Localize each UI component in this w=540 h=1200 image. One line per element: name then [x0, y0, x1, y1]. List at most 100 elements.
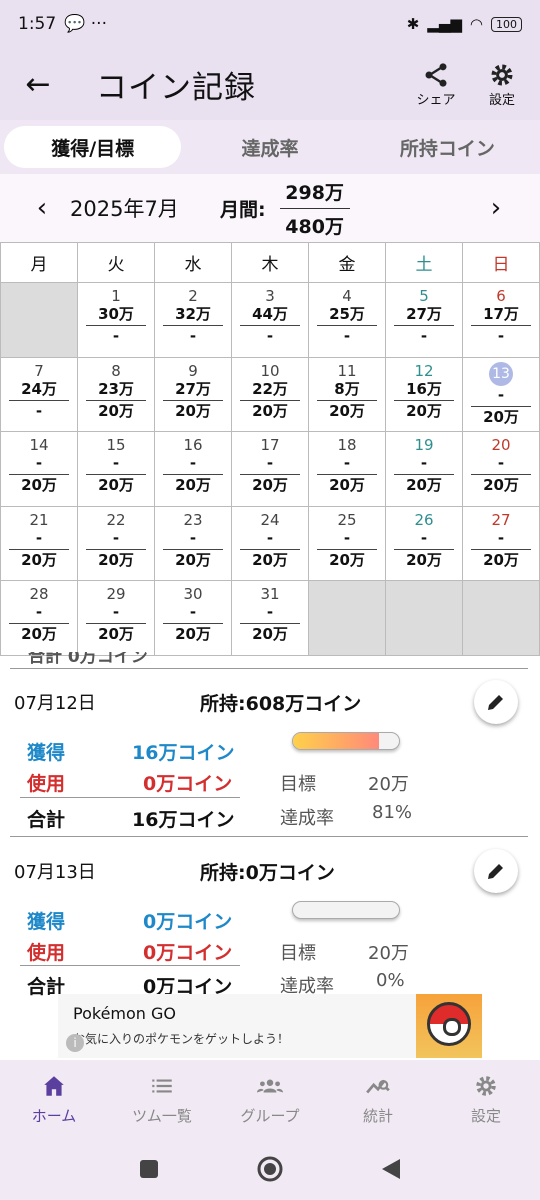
calendar-day-cell[interactable]: 24- 20万 — [231, 505, 309, 581]
back-triangle-icon[interactable] — [380, 1157, 402, 1181]
calendar-day-cell[interactable]: 22- 20万 — [77, 505, 155, 581]
calendar-day-cell[interactable]: 17- 20万 — [231, 431, 309, 507]
day-goal: 20万 — [252, 550, 288, 569]
next-month-chevron-icon[interactable]: › — [476, 193, 516, 223]
share-icon — [425, 62, 447, 87]
tab-held-coins[interactable]: 所持コイン — [359, 126, 536, 168]
day-earned: 24万 — [21, 379, 57, 398]
day-goal: 20万 — [483, 476, 519, 494]
cutoff-total-row: 合計 0万コイン — [28, 652, 148, 667]
battery-icon: 100 — [491, 16, 522, 32]
earned-value: 16万コイン — [132, 742, 235, 764]
calendar-day-cell[interactable]: 20- 20万 — [462, 431, 540, 507]
day-number: 1 — [111, 287, 121, 305]
wifi-icon: ◠ — [469, 15, 483, 33]
day-earned: - — [189, 528, 197, 547]
calendar-day-cell[interactable]: 21- 20万 — [0, 505, 78, 581]
calendar-day-cell[interactable]: 3 44万 - — [231, 282, 309, 358]
day-number: 9 — [188, 361, 198, 380]
calendar-day-cell[interactable]: 7 24万 - — [0, 356, 78, 432]
nav-home[interactable]: ホーム — [0, 1060, 108, 1138]
calendar-day-cell[interactable]: 28- 20万 — [0, 580, 78, 656]
day-goal: 20万 — [98, 476, 134, 494]
nav-settings[interactable]: 設定 — [432, 1060, 540, 1138]
calendar-day-cell[interactable]: 11 8万 20万 — [308, 356, 386, 432]
back-arrow-icon[interactable]: ← — [10, 67, 66, 102]
calendar-day-cell[interactable]: 23- 20万 — [154, 505, 232, 581]
calendar-day-cell[interactable]: 2 32万 - — [154, 282, 232, 358]
day-goal: 20万 — [21, 550, 57, 569]
day-earned: - — [112, 454, 120, 472]
calendar-day-cell[interactable]: 16- 20万 — [154, 431, 232, 507]
tab-achievement-rate[interactable]: 達成率 — [181, 126, 358, 168]
calendar-day-cell[interactable]: 1 30万 - — [77, 282, 155, 358]
day-number: 28 — [29, 585, 49, 603]
calendar-day-cell[interactable]: 30- 20万 — [154, 580, 232, 656]
settings-button[interactable]: 設定 — [472, 61, 532, 108]
calendar-day-cell[interactable]: 12 16万 20万 — [385, 356, 463, 432]
calendar-day-cell[interactable]: 27- 20万 — [462, 505, 540, 581]
signal-icon: ▂▄▆ — [427, 15, 462, 33]
today-marker: 13 — [489, 361, 513, 386]
day-earned: - — [266, 454, 274, 472]
day-number: 15 — [106, 436, 126, 454]
day-earned: 16万 — [406, 379, 442, 398]
calendar-day-cell[interactable]: 15- 20万 — [77, 431, 155, 507]
calendar-day-cell[interactable]: 5 27万 - — [385, 282, 463, 358]
settings-label: 設定 — [488, 92, 515, 108]
day-earned: - — [35, 454, 43, 472]
home-circle-icon[interactable] — [256, 1155, 284, 1183]
used-label: 使用 — [27, 942, 66, 964]
calendar-day-cell[interactable]: 25- 20万 — [308, 505, 386, 581]
day-goal: 20万 — [175, 401, 211, 420]
nav-group[interactable]: グループ — [216, 1060, 324, 1138]
calendar-day-cell[interactable]: 9 27万 20万 — [154, 356, 232, 432]
day-number: 3 — [265, 287, 275, 305]
nav-tsum-list[interactable]: ツム一覧 — [108, 1060, 216, 1138]
edit-button[interactable] — [474, 680, 518, 724]
nav-stats[interactable]: 統計 — [324, 1060, 432, 1138]
calendar-day-cell[interactable]: 8 23万 20万 — [77, 356, 155, 432]
calendar-day-cell[interactable]: 31- 20万 — [231, 580, 309, 656]
share-label: シェア — [416, 92, 456, 108]
calendar-day-cell[interactable]: 14- 20万 — [0, 431, 78, 507]
edit-button[interactable] — [474, 849, 518, 893]
month-selector: ‹ 2025年7月 月間: 298万 480万 › — [0, 174, 540, 242]
chat-icon: 💬 ··· — [64, 14, 107, 34]
weekday-wed: 水 — [154, 242, 232, 283]
calendar-day-cell[interactable]: 6 17万 - — [462, 282, 540, 358]
day-earned: - — [35, 603, 43, 621]
day-number: 16 — [183, 436, 203, 454]
calendar-day-cell[interactable]: 26- 20万 — [385, 505, 463, 581]
gear-icon — [491, 64, 513, 85]
day-earned: - — [497, 528, 505, 547]
day-number: 4 — [342, 287, 352, 305]
calendar-day-cell[interactable]: 4 25万 - — [308, 282, 386, 358]
ad-info-icon[interactable]: i — [66, 1034, 84, 1052]
day-goal: 20万 — [98, 401, 134, 420]
rate-value: 81% — [372, 802, 413, 823]
prev-month-chevron-icon[interactable]: ‹ — [22, 193, 62, 223]
day-number: 5 — [419, 287, 429, 305]
day-goal: - — [266, 327, 274, 345]
tab-earned-goal[interactable]: 獲得/目標 — [4, 126, 182, 168]
calendar-day-cell-today[interactable]: 13- 20万 — [462, 356, 540, 432]
entry-holding: 所持:608万コイン — [200, 692, 362, 715]
day-earned: 8万 — [334, 379, 360, 398]
calendar-day-cell[interactable]: 19- 20万 — [385, 431, 463, 507]
bottom-navigation: ホーム ツム一覧 グループ 統計 設定 — [0, 1060, 540, 1138]
day-earned: 32万 — [175, 305, 211, 323]
share-button[interactable]: シェア — [406, 61, 466, 108]
recents-square-icon[interactable] — [138, 1158, 160, 1180]
goal-label: 目標 — [280, 943, 316, 964]
calendar-day-cell[interactable]: 29- 20万 — [77, 580, 155, 656]
ad-banner[interactable]: Pokémon GO お気に入りのポケモンをゲットしよう！ i — [58, 994, 482, 1058]
weekday-fri: 金 — [308, 242, 386, 283]
ad-subtitle: お気に入りのポケモンをゲットしよう！ — [73, 1032, 290, 1046]
day-earned: - — [497, 454, 505, 472]
day-number: 24 — [260, 510, 280, 529]
calendar-day-cell[interactable]: 10 22万 20万 — [231, 356, 309, 432]
nav-stats-label: 統計 — [362, 1106, 393, 1125]
weekday-sat: 土 — [385, 242, 463, 283]
calendar-day-cell[interactable]: 18- 20万 — [308, 431, 386, 507]
